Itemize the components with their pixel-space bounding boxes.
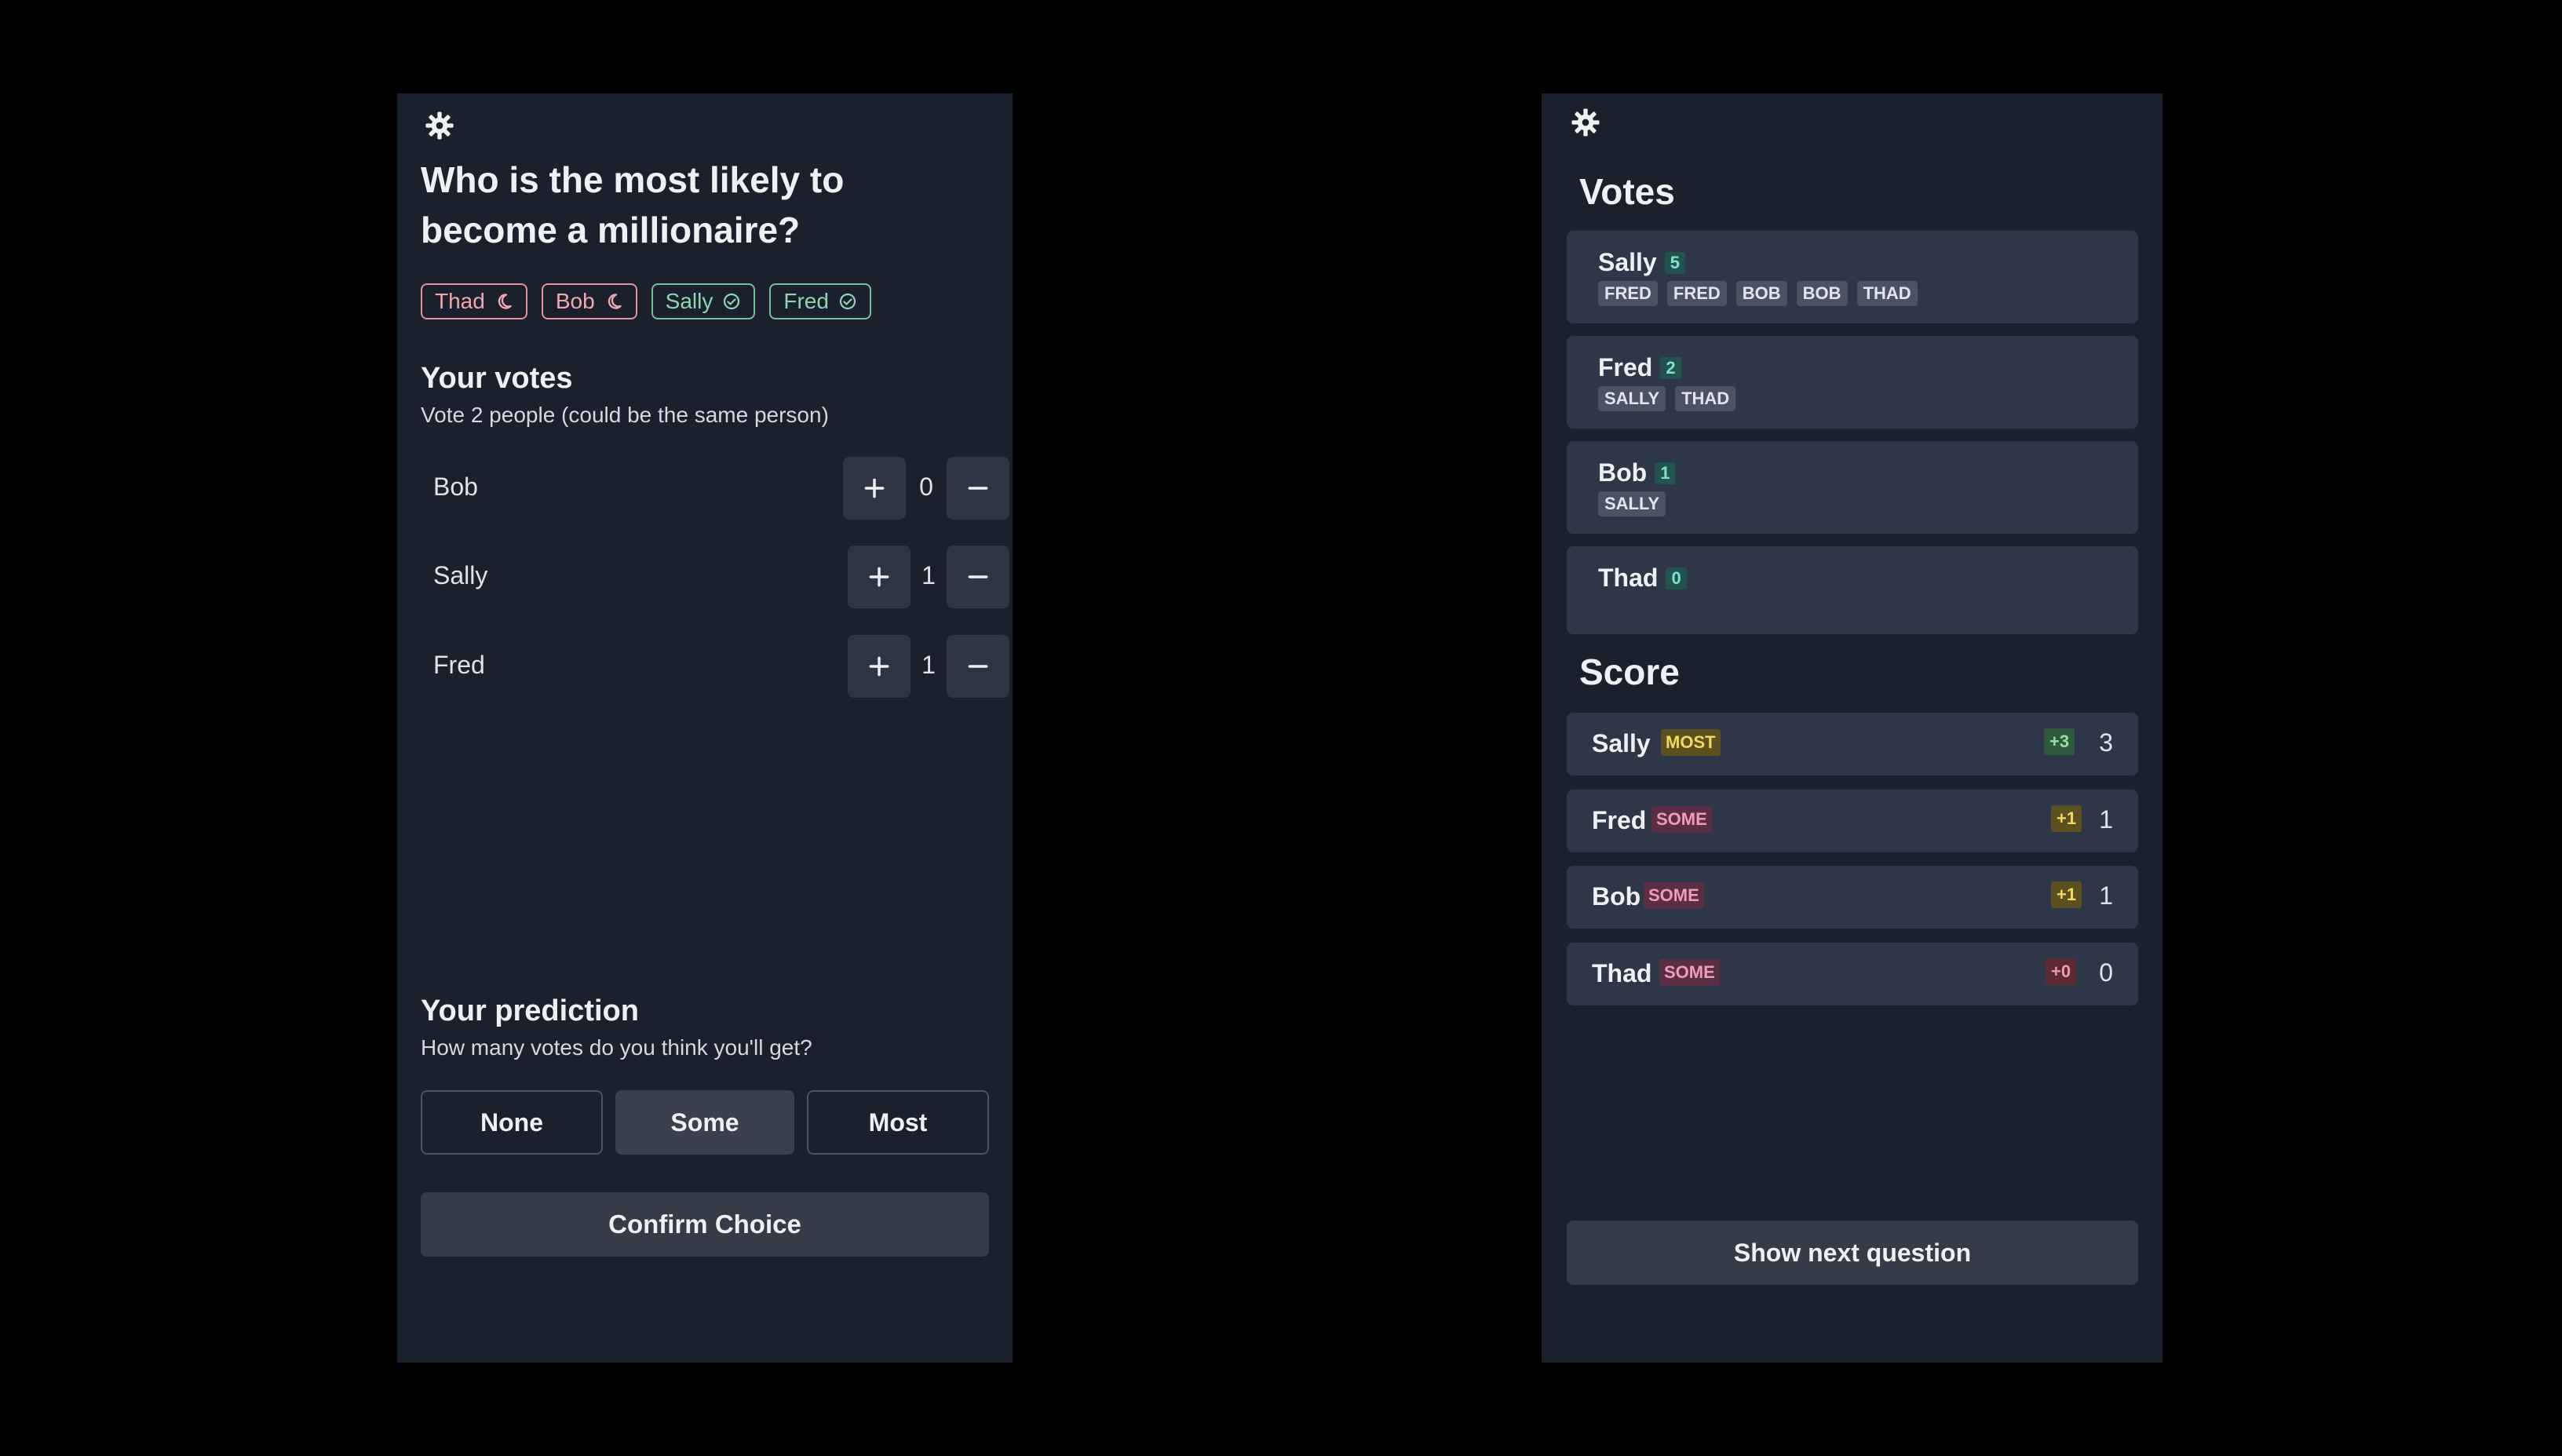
- prediction-subtitle: How many votes do you think you'll get?: [421, 1035, 812, 1060]
- prediction-most-button[interactable]: Most: [807, 1090, 989, 1155]
- voter-tag: SALLY: [1598, 491, 1666, 516]
- gear-icon[interactable]: [424, 110, 455, 141]
- decrement-button[interactable]: [947, 635, 1009, 698]
- voter-tag: THAD: [1675, 386, 1736, 411]
- voter-tag: BOB: [1735, 281, 1787, 306]
- prediction-level-badge: SOME: [1644, 882, 1704, 909]
- show-next-question-button[interactable]: Show next question: [1567, 1221, 2138, 1285]
- plus-icon: [869, 656, 889, 677]
- increment-button[interactable]: [848, 635, 911, 698]
- plus-icon: [864, 478, 885, 498]
- vote-count: 1: [922, 651, 936, 679]
- minus-icon: [968, 487, 988, 490]
- confirm-choice-button[interactable]: Confirm Choice: [421, 1192, 989, 1257]
- score-row-bob: Bob SOME +1 1: [1567, 866, 2138, 929]
- player-status-list: Thad Bob Sally Fred: [421, 283, 871, 319]
- vote-count-badge: 2: [1660, 356, 1681, 379]
- vote-card-name: Thad: [1598, 564, 1659, 592]
- score-name: Sally: [1592, 729, 1651, 757]
- voter-tag: FRED: [1598, 281, 1658, 306]
- vote-row-sally: Sally 1: [433, 546, 1009, 608]
- increment-button[interactable]: [848, 546, 911, 608]
- voter-tags: FRED FRED BOB BOB THAD: [1598, 281, 1918, 306]
- vote-row-name: Fred: [433, 651, 485, 679]
- minus-icon: [968, 665, 988, 668]
- score-total: 3: [2099, 728, 2113, 757]
- score-row-sally: Sally MOST +3 3: [1567, 713, 2138, 775]
- vote-count-badge: 0: [1666, 567, 1687, 589]
- increment-button[interactable]: [843, 457, 906, 520]
- question-text: Who is the most likely to become a milli…: [421, 159, 845, 250]
- vote-card-bob: Bob 1 SALLY: [1567, 441, 2138, 534]
- prediction-level-badge: SOME: [1651, 806, 1712, 833]
- gear-icon[interactable]: [1570, 107, 1601, 138]
- results-panel: Votes Sally 5 FRED FRED BOB BOB THAD Fre…: [1542, 93, 2162, 1363]
- player-chip-sally: Sally: [651, 283, 756, 319]
- score-delta-badge: +1: [2051, 881, 2082, 908]
- voter-tag: FRED: [1666, 281, 1727, 306]
- check-circle-icon: [724, 293, 740, 310]
- vote-card-name: Fred: [1598, 353, 1653, 381]
- score-row-thad: Thad SOME +0 0: [1567, 943, 2138, 1005]
- check-circle-icon: [839, 293, 856, 310]
- vote-card-fred: Fred 2 SALLY THAD: [1567, 336, 2138, 429]
- vote-count: 0: [919, 473, 933, 501]
- prediction-level-badge: MOST: [1661, 729, 1721, 756]
- player-chip-name: Sally: [665, 289, 713, 313]
- score-delta-badge: +1: [2051, 805, 2082, 832]
- moon-icon: [498, 294, 512, 309]
- voter-tag: BOB: [1796, 281, 1848, 306]
- player-chip-name: Fred: [783, 289, 829, 313]
- minus-icon: [968, 575, 988, 578]
- prediction-title: Your prediction: [421, 994, 639, 1027]
- score-total: 1: [2099, 805, 2113, 834]
- plus-icon: [869, 567, 889, 587]
- voter-tag: SALLY: [1598, 386, 1666, 411]
- player-chip-name: Bob: [555, 289, 595, 313]
- vote-row-bob: Bob 0: [433, 457, 1009, 520]
- moon-icon: [608, 294, 622, 309]
- vote-card-name: Bob: [1598, 458, 1648, 487]
- voter-tag: THAD: [1856, 281, 1918, 306]
- vote-row-name: Sally: [433, 561, 488, 589]
- vote-row-name: Bob: [433, 473, 478, 501]
- voter-tags: SALLY THAD: [1598, 386, 1736, 411]
- votes-title: Votes: [1579, 171, 1675, 212]
- score-row-fred: Fred SOME +1 1: [1567, 790, 2138, 852]
- vote-card-name: Sally: [1598, 248, 1657, 276]
- player-chip-fred: Fred: [769, 283, 871, 319]
- vote-row-fred: Fred 1: [433, 635, 1009, 698]
- prediction-level-badge: SOME: [1659, 959, 1720, 986]
- player-chip-thad: Thad: [421, 283, 527, 319]
- player-chip-name: Thad: [435, 289, 485, 313]
- voter-tags: SALLY: [1598, 491, 1666, 516]
- score-delta-badge: +3: [2044, 728, 2075, 755]
- score-total: 1: [2099, 881, 2113, 910]
- vote-card-thad: Thad 0: [1567, 546, 2138, 634]
- prediction-none-button[interactable]: None: [421, 1090, 603, 1155]
- vote-count: 1: [922, 561, 936, 589]
- vote-card-sally: Sally 5 FRED FRED BOB BOB THAD: [1567, 231, 2138, 323]
- score-title: Score: [1579, 651, 1680, 692]
- score-name: Bob: [1592, 882, 1641, 910]
- score-delta-badge: +0: [2046, 958, 2077, 985]
- score-total: 0: [2099, 958, 2113, 987]
- score-name: Fred: [1592, 806, 1647, 834]
- your-votes-subtitle: Vote 2 people (could be the same person): [421, 403, 829, 427]
- vote-count-badge: 1: [1655, 462, 1676, 484]
- decrement-button[interactable]: [947, 457, 1009, 520]
- player-chip-bob: Bob: [541, 283, 637, 319]
- your-votes-title: Your votes: [421, 362, 573, 395]
- voting-panel: Who is the most likely to become a milli…: [397, 93, 1013, 1363]
- score-name: Thad: [1592, 959, 1652, 987]
- decrement-button[interactable]: [947, 546, 1009, 608]
- prediction-some-button[interactable]: Some: [615, 1090, 794, 1155]
- vote-count-badge: 5: [1664, 251, 1685, 274]
